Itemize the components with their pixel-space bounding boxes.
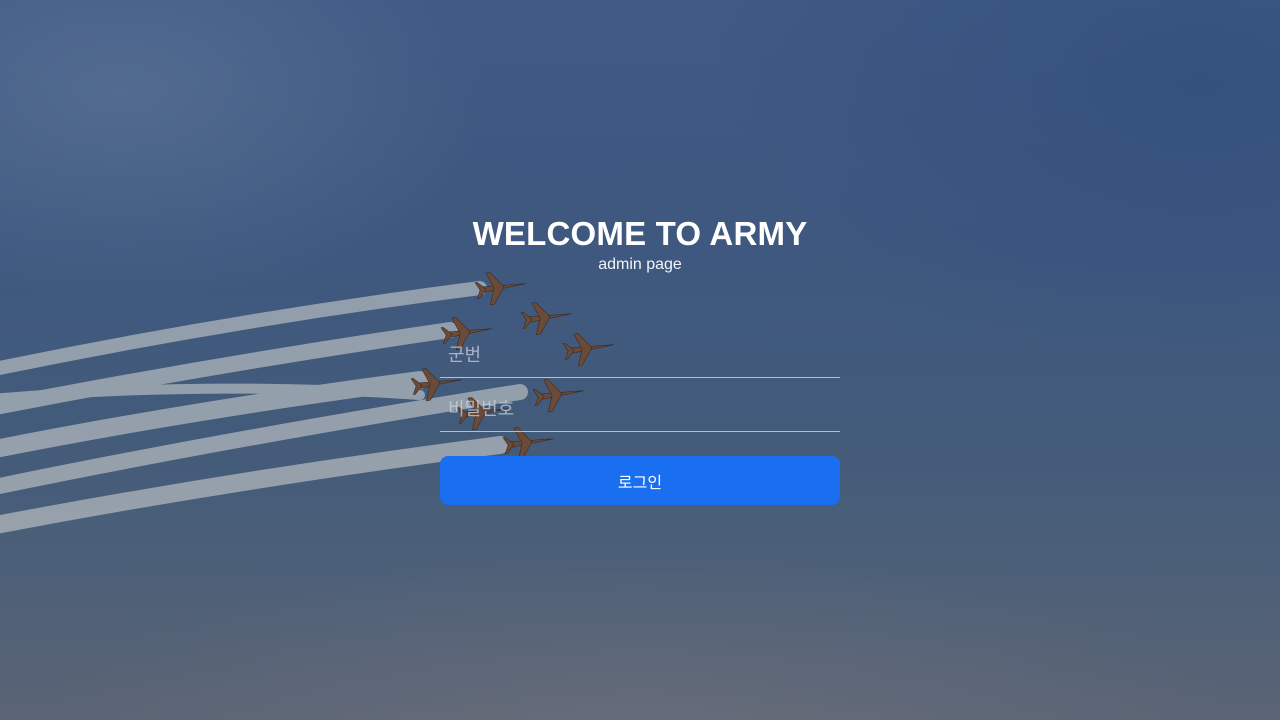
page-subtitle: admin page: [598, 256, 682, 273]
service-number-input[interactable]: [440, 334, 840, 378]
login-button[interactable]: 로그인: [440, 456, 840, 505]
jet-icon: [520, 302, 572, 336]
password-input[interactable]: [440, 388, 840, 432]
login-panel: WELCOME TO ARMY admin page 로그인: [440, 212, 840, 505]
smoke-trail: [0, 383, 425, 404]
smoke-trail: [0, 436, 509, 534]
page-title: WELCOME TO ARMY: [472, 215, 808, 252]
